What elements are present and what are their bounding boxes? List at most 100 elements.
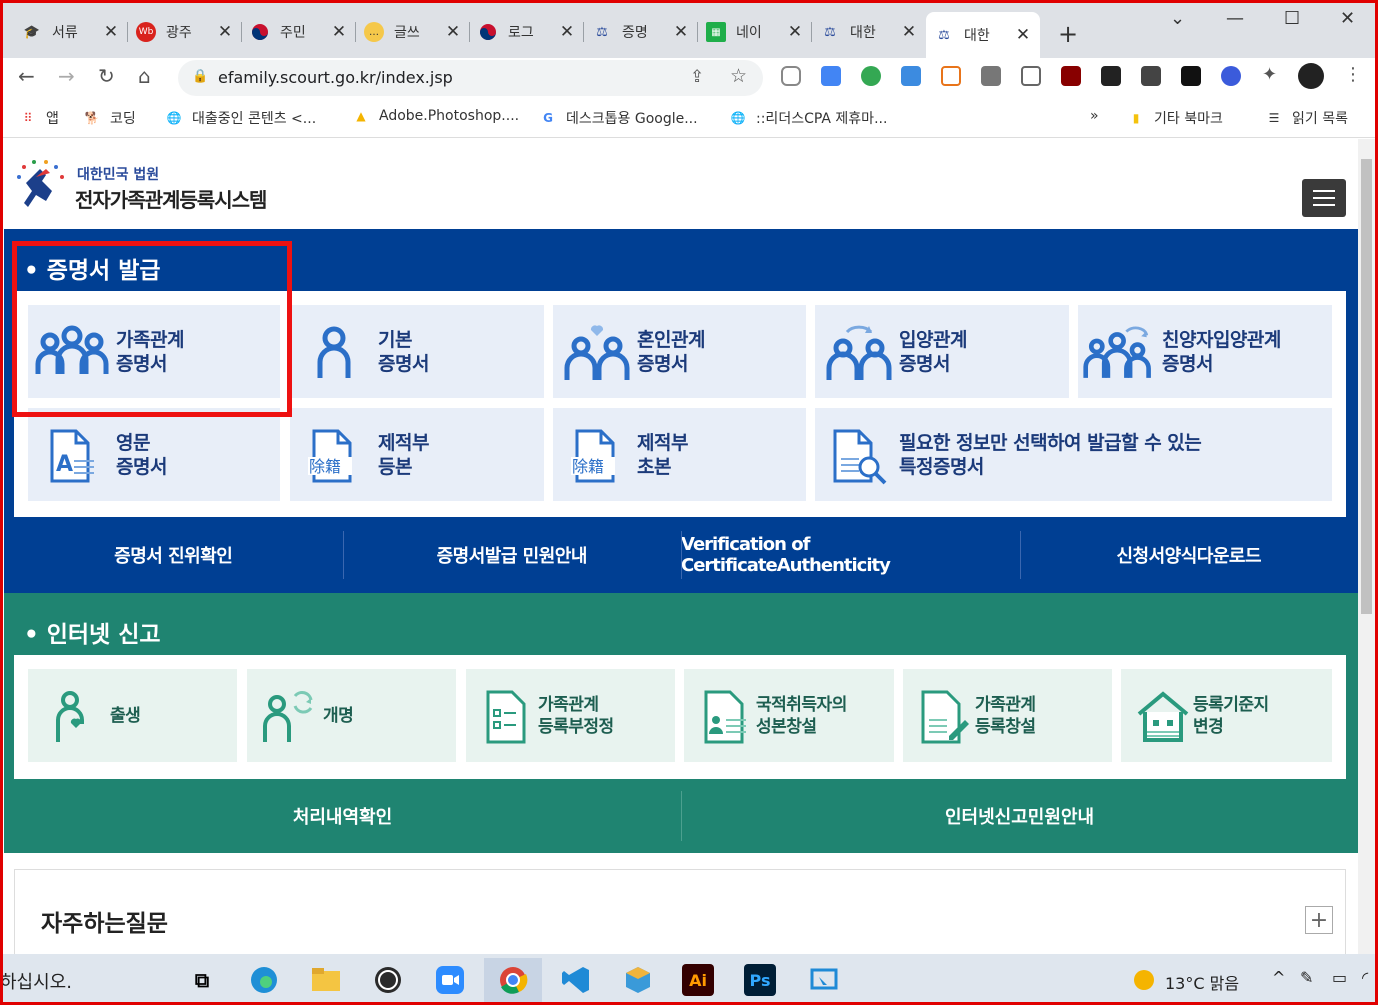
extension-icon[interactable] bbox=[981, 66, 1001, 86]
name-change-card[interactable]: 개명 bbox=[247, 669, 456, 762]
reading-list[interactable]: ☰ 읽기 목록 bbox=[1266, 108, 1348, 128]
maximize-icon[interactable]: ☐ bbox=[1284, 8, 1300, 29]
tab-1[interactable]: 🎓 서류 ✕ bbox=[14, 12, 128, 52]
pen-icon[interactable]: ✎ bbox=[1300, 968, 1313, 987]
avatar[interactable] bbox=[1298, 63, 1324, 89]
star-icon[interactable]: ☆ bbox=[730, 65, 747, 87]
close-icon[interactable]: ✕ bbox=[444, 22, 462, 42]
chrome-icon[interactable] bbox=[484, 958, 542, 1002]
extension-icon[interactable] bbox=[901, 66, 921, 86]
close-icon[interactable]: ✕ bbox=[102, 22, 120, 42]
ublock-icon[interactable] bbox=[1061, 66, 1081, 86]
internet-report-title: • 인터넷 신고 bbox=[24, 622, 161, 648]
other-bookmarks[interactable]: ▮ 기타 북마크 bbox=[1128, 108, 1223, 128]
address-bar[interactable]: 🔒 efamily.scourt.go.kr/index.jsp ⇪ ☆ bbox=[178, 60, 763, 96]
weather-text[interactable]: 13°C 맑음 bbox=[1165, 970, 1239, 994]
extension-icon[interactable] bbox=[1141, 66, 1161, 86]
close-icon[interactable]: ✕ bbox=[900, 22, 918, 42]
tab-7[interactable]: ▦ 네이 ✕ bbox=[698, 12, 812, 52]
wifi-icon[interactable]: ◜ bbox=[1362, 968, 1368, 987]
scrollbar-thumb[interactable] bbox=[1361, 159, 1372, 614]
graduation-cap-icon: 🎓 bbox=[23, 24, 41, 40]
adoption-cert-card[interactable]: 입양관계 증명서 bbox=[815, 305, 1069, 398]
english-cert-card[interactable]: A 영문 증명서 bbox=[28, 408, 280, 501]
basic-cert-card[interactable]: 기본 증명서 bbox=[290, 305, 544, 398]
obs-icon[interactable] bbox=[370, 962, 406, 998]
extension-icon[interactable] bbox=[1101, 66, 1121, 86]
close-icon[interactable]: ✕ bbox=[330, 22, 348, 42]
puzzle-icon[interactable]: ✦ bbox=[1262, 64, 1277, 85]
specific-cert-card[interactable]: 필요한 정보만 선택하여 발급할 수 있는 특정증명서 bbox=[815, 408, 1332, 501]
pocket-icon[interactable] bbox=[781, 66, 801, 86]
tab-active[interactable]: ⚖ 대한 ✕ bbox=[926, 12, 1040, 58]
tab-4[interactable]: … 글쓰 ✕ bbox=[356, 12, 470, 52]
taskbar-search-text[interactable]: 하십시오. bbox=[0, 968, 72, 994]
register-base-change-card[interactable]: 등록기준지 변경 bbox=[1121, 669, 1332, 762]
task-view-icon[interactable]: ⧉ bbox=[184, 962, 220, 998]
marriage-cert-card[interactable]: 혼인관계 증명서 bbox=[553, 305, 806, 398]
tab-5[interactable]: 로그 ✕ bbox=[470, 12, 584, 52]
edge-icon[interactable] bbox=[246, 962, 282, 998]
verification-link[interactable]: Verification of CertificateAuthenticity bbox=[681, 517, 1020, 593]
close-icon[interactable]: ✕ bbox=[216, 22, 234, 42]
full-adoption-cert-card[interactable]: 친양자입양관계 증명서 bbox=[1078, 305, 1332, 398]
extension-icon[interactable] bbox=[1181, 66, 1201, 86]
close-icon[interactable]: ✕ bbox=[1014, 25, 1032, 45]
close-icon[interactable]: ✕ bbox=[672, 22, 690, 42]
battery-icon[interactable]: ▭ bbox=[1332, 968, 1347, 987]
forward-icon[interactable]: → bbox=[58, 64, 75, 88]
removed-register-extract-card[interactable]: 除籍 제적부 초본 bbox=[553, 408, 806, 501]
package-icon[interactable] bbox=[620, 962, 656, 998]
file-explorer-icon[interactable] bbox=[308, 962, 344, 998]
tab-3[interactable]: 주민 ✕ bbox=[242, 12, 356, 52]
url-text[interactable]: efamily.scourt.go.kr/index.jsp bbox=[218, 68, 453, 87]
process-history-link[interactable]: 처리내역확인 bbox=[4, 779, 681, 853]
form-download-link[interactable]: 신청서양식다운로드 bbox=[1019, 517, 1359, 593]
bookmark-cpa[interactable]: 🌐::리더스CPA 제휴마... bbox=[730, 108, 888, 128]
vscode-icon[interactable] bbox=[558, 962, 594, 998]
back-icon[interactable]: ← bbox=[18, 64, 35, 88]
bookmarks-more-button[interactable]: » bbox=[1090, 108, 1099, 124]
photoshop-icon[interactable]: Ps bbox=[744, 964, 776, 996]
court-logo-icon[interactable] bbox=[14, 157, 69, 212]
bookmark-apps[interactable]: ⠿ 앱 bbox=[20, 108, 59, 128]
hamburger-menu-button[interactable] bbox=[1302, 179, 1346, 217]
tab-search-icon[interactable]: ⌄ bbox=[1170, 8, 1185, 29]
window-close-icon[interactable]: ✕ bbox=[1340, 8, 1355, 29]
faq-expand-button[interactable]: + bbox=[1305, 906, 1333, 934]
register-correction-card[interactable]: 가족관계 등록부정정 bbox=[466, 669, 675, 762]
close-icon[interactable]: ✕ bbox=[786, 22, 804, 42]
bookmark-coding[interactable]: 🐕 코딩 bbox=[84, 108, 136, 128]
zoom-icon[interactable] bbox=[432, 962, 468, 998]
new-tab-button[interactable]: + bbox=[1058, 20, 1078, 48]
home-icon[interactable]: ⌂ bbox=[138, 64, 151, 88]
extension-icon[interactable] bbox=[861, 66, 881, 86]
removed-register-copy-card[interactable]: 除籍 제적부 등본 bbox=[290, 408, 544, 501]
extension-icon[interactable] bbox=[1221, 66, 1241, 86]
share-icon[interactable]: ⇪ bbox=[690, 67, 704, 87]
birth-report-card[interactable]: 출생 bbox=[28, 669, 237, 762]
more-icon[interactable]: ⋮ bbox=[1344, 64, 1362, 85]
tab-6[interactable]: ⚖ 증명 ✕ bbox=[584, 12, 698, 52]
minimize-icon[interactable]: — bbox=[1226, 8, 1244, 29]
register-creation-card[interactable]: 가족관계 등록창설 bbox=[903, 669, 1112, 762]
tab-2[interactable]: Wb 광주 ✕ bbox=[128, 12, 242, 52]
cert-authenticity-link[interactable]: 증명서 진위확인 bbox=[4, 517, 343, 593]
report-guide-link[interactable]: 인터넷신고민원안내 bbox=[681, 779, 1358, 853]
translate-icon[interactable] bbox=[821, 66, 841, 86]
tray-chevron-icon[interactable]: ^ bbox=[1272, 968, 1285, 987]
bookmark-photoshop[interactable]: ▲ Adobe.Photoshop.... bbox=[353, 108, 519, 124]
reload-icon[interactable]: ↻ bbox=[98, 64, 115, 88]
bookmark-google[interactable]: G 데스크톱용 Google... bbox=[540, 108, 698, 128]
naturalized-surname-card[interactable]: 국적취득자의 성본창설 bbox=[684, 669, 894, 762]
remote-desktop-icon[interactable] bbox=[806, 962, 842, 998]
cert-civil-guide-link[interactable]: 증명서발급 민원안내 bbox=[342, 517, 682, 593]
tab-8[interactable]: ⚖ 대한 ✕ bbox=[812, 12, 926, 52]
close-icon[interactable]: ✕ bbox=[558, 22, 576, 42]
extension-icon[interactable] bbox=[1021, 66, 1041, 86]
extension-icon[interactable] bbox=[941, 66, 961, 86]
scrollbar[interactable] bbox=[1358, 139, 1375, 954]
site-title[interactable]: 전자가족관계등록시스템 bbox=[75, 184, 267, 213]
illustrator-icon[interactable]: Ai bbox=[682, 964, 714, 996]
bookmark-loans[interactable]: 🌐 대출중인 콘텐츠 <... bbox=[166, 108, 317, 128]
